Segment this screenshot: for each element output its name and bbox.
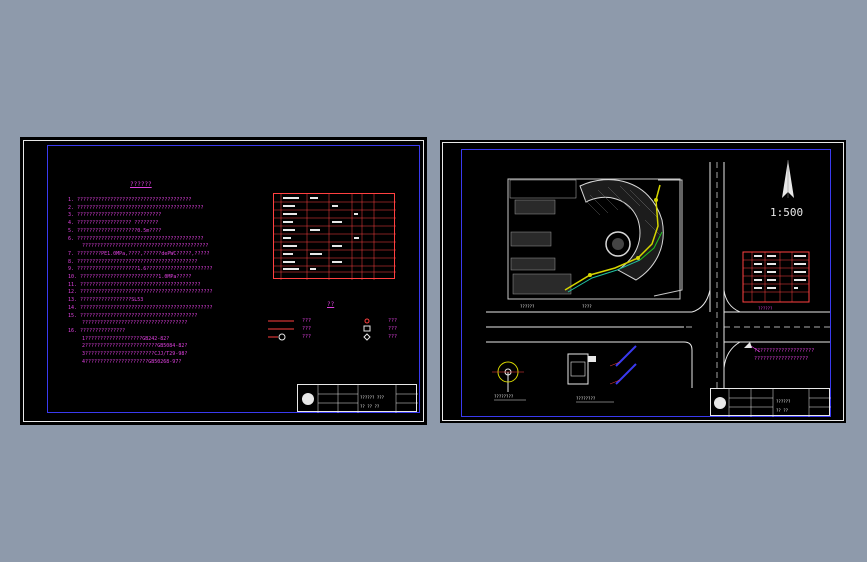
design-note-line: 1. ?????????????????????????????????????…	[68, 197, 192, 203]
legend-label: ???	[388, 318, 398, 324]
design-note-line: 16. ???????????????	[68, 327, 126, 334]
design-note-line: 6. ?????????????????????????????????????…	[68, 235, 204, 242]
design-note-line: 7. ????????PE1.0MPa,????,??????dePWC????…	[68, 250, 210, 257]
title-block-label: ?? ??	[776, 408, 789, 413]
design-note-line: 4?????????????????????GB50268-97?	[82, 358, 182, 365]
road-label: ????	[582, 304, 592, 309]
legend-label: ???	[302, 318, 312, 324]
material-table	[273, 193, 396, 280]
design-note-line: 14. ????????????????????????????????????…	[68, 304, 213, 311]
title-block-grid	[714, 389, 831, 417]
design-note-line: 2. ?????????????????????????????????????…	[68, 204, 204, 211]
road-label: ??????	[758, 306, 773, 311]
design-note-line: 13. ?????????????????SL53	[68, 297, 144, 304]
site-plan	[486, 160, 830, 403]
scale-label: 1:500	[770, 206, 804, 219]
design-note-line: 10. ??????????????????????????1.0MPa????…	[68, 274, 192, 280]
title-block-label: ?? ?? ??	[360, 404, 380, 409]
design-note-line: 11. ????????????????????????????????????…	[68, 281, 201, 288]
table-grid	[274, 194, 396, 280]
design-note-line: 8. ?????????????????????????????????????…	[68, 258, 198, 265]
legend-label: ???	[302, 326, 312, 332]
design-note-line: 3. ????????????????????????????	[68, 212, 162, 219]
legend-title: ??	[327, 301, 335, 308]
title-block: ?????? ?? ??	[710, 388, 831, 417]
design-note-line: ????????????????????????????????????????…	[82, 243, 209, 250]
legend-label: ???	[388, 326, 398, 332]
design-note-line: 4. ?????????????????? ????????	[68, 220, 159, 227]
title-block: ?????? ??? ?? ?? ??	[297, 384, 418, 413]
design-note-line: ???????????????????????????????????	[82, 320, 188, 327]
annotation-note: ??????????????????	[754, 356, 809, 362]
design-note-line: 5. ????????????????????0.5m????	[68, 227, 162, 234]
title-block-drawing-name: ??????	[776, 399, 791, 404]
detail-label: ????????	[494, 394, 514, 399]
notes-title: ??????	[130, 181, 152, 188]
design-note-line: 1???????????????????GB242-82?	[82, 335, 170, 342]
annotation-note: ????????????????????	[754, 348, 815, 354]
legend-label: ???	[388, 334, 398, 340]
design-note-line: 12. ????????????????????????????????????…	[68, 289, 213, 296]
drawing-sheet-right[interactable]: 1:500 ???????????????? ???????????????? …	[440, 140, 846, 423]
drawing-sheet-left[interactable]: ?????? 1. ??????????????????????????????…	[20, 137, 427, 425]
design-note-line: 15. ????????????????????????????????????…	[68, 312, 198, 319]
design-note-line: 2????????????????????????GB5084-82?	[82, 343, 188, 350]
title-block-grid	[302, 385, 418, 413]
road-label: ??????	[520, 304, 535, 309]
legend-label: ???	[302, 334, 312, 340]
detail-label: ????????	[576, 396, 596, 401]
design-note-line: 9. ????????????????????1.6??????????????…	[68, 266, 213, 273]
title-block-drawing-name: ?????? ???	[360, 395, 385, 400]
design-note-line: 3???????????????????????CJJ/T29-98?	[82, 351, 188, 357]
